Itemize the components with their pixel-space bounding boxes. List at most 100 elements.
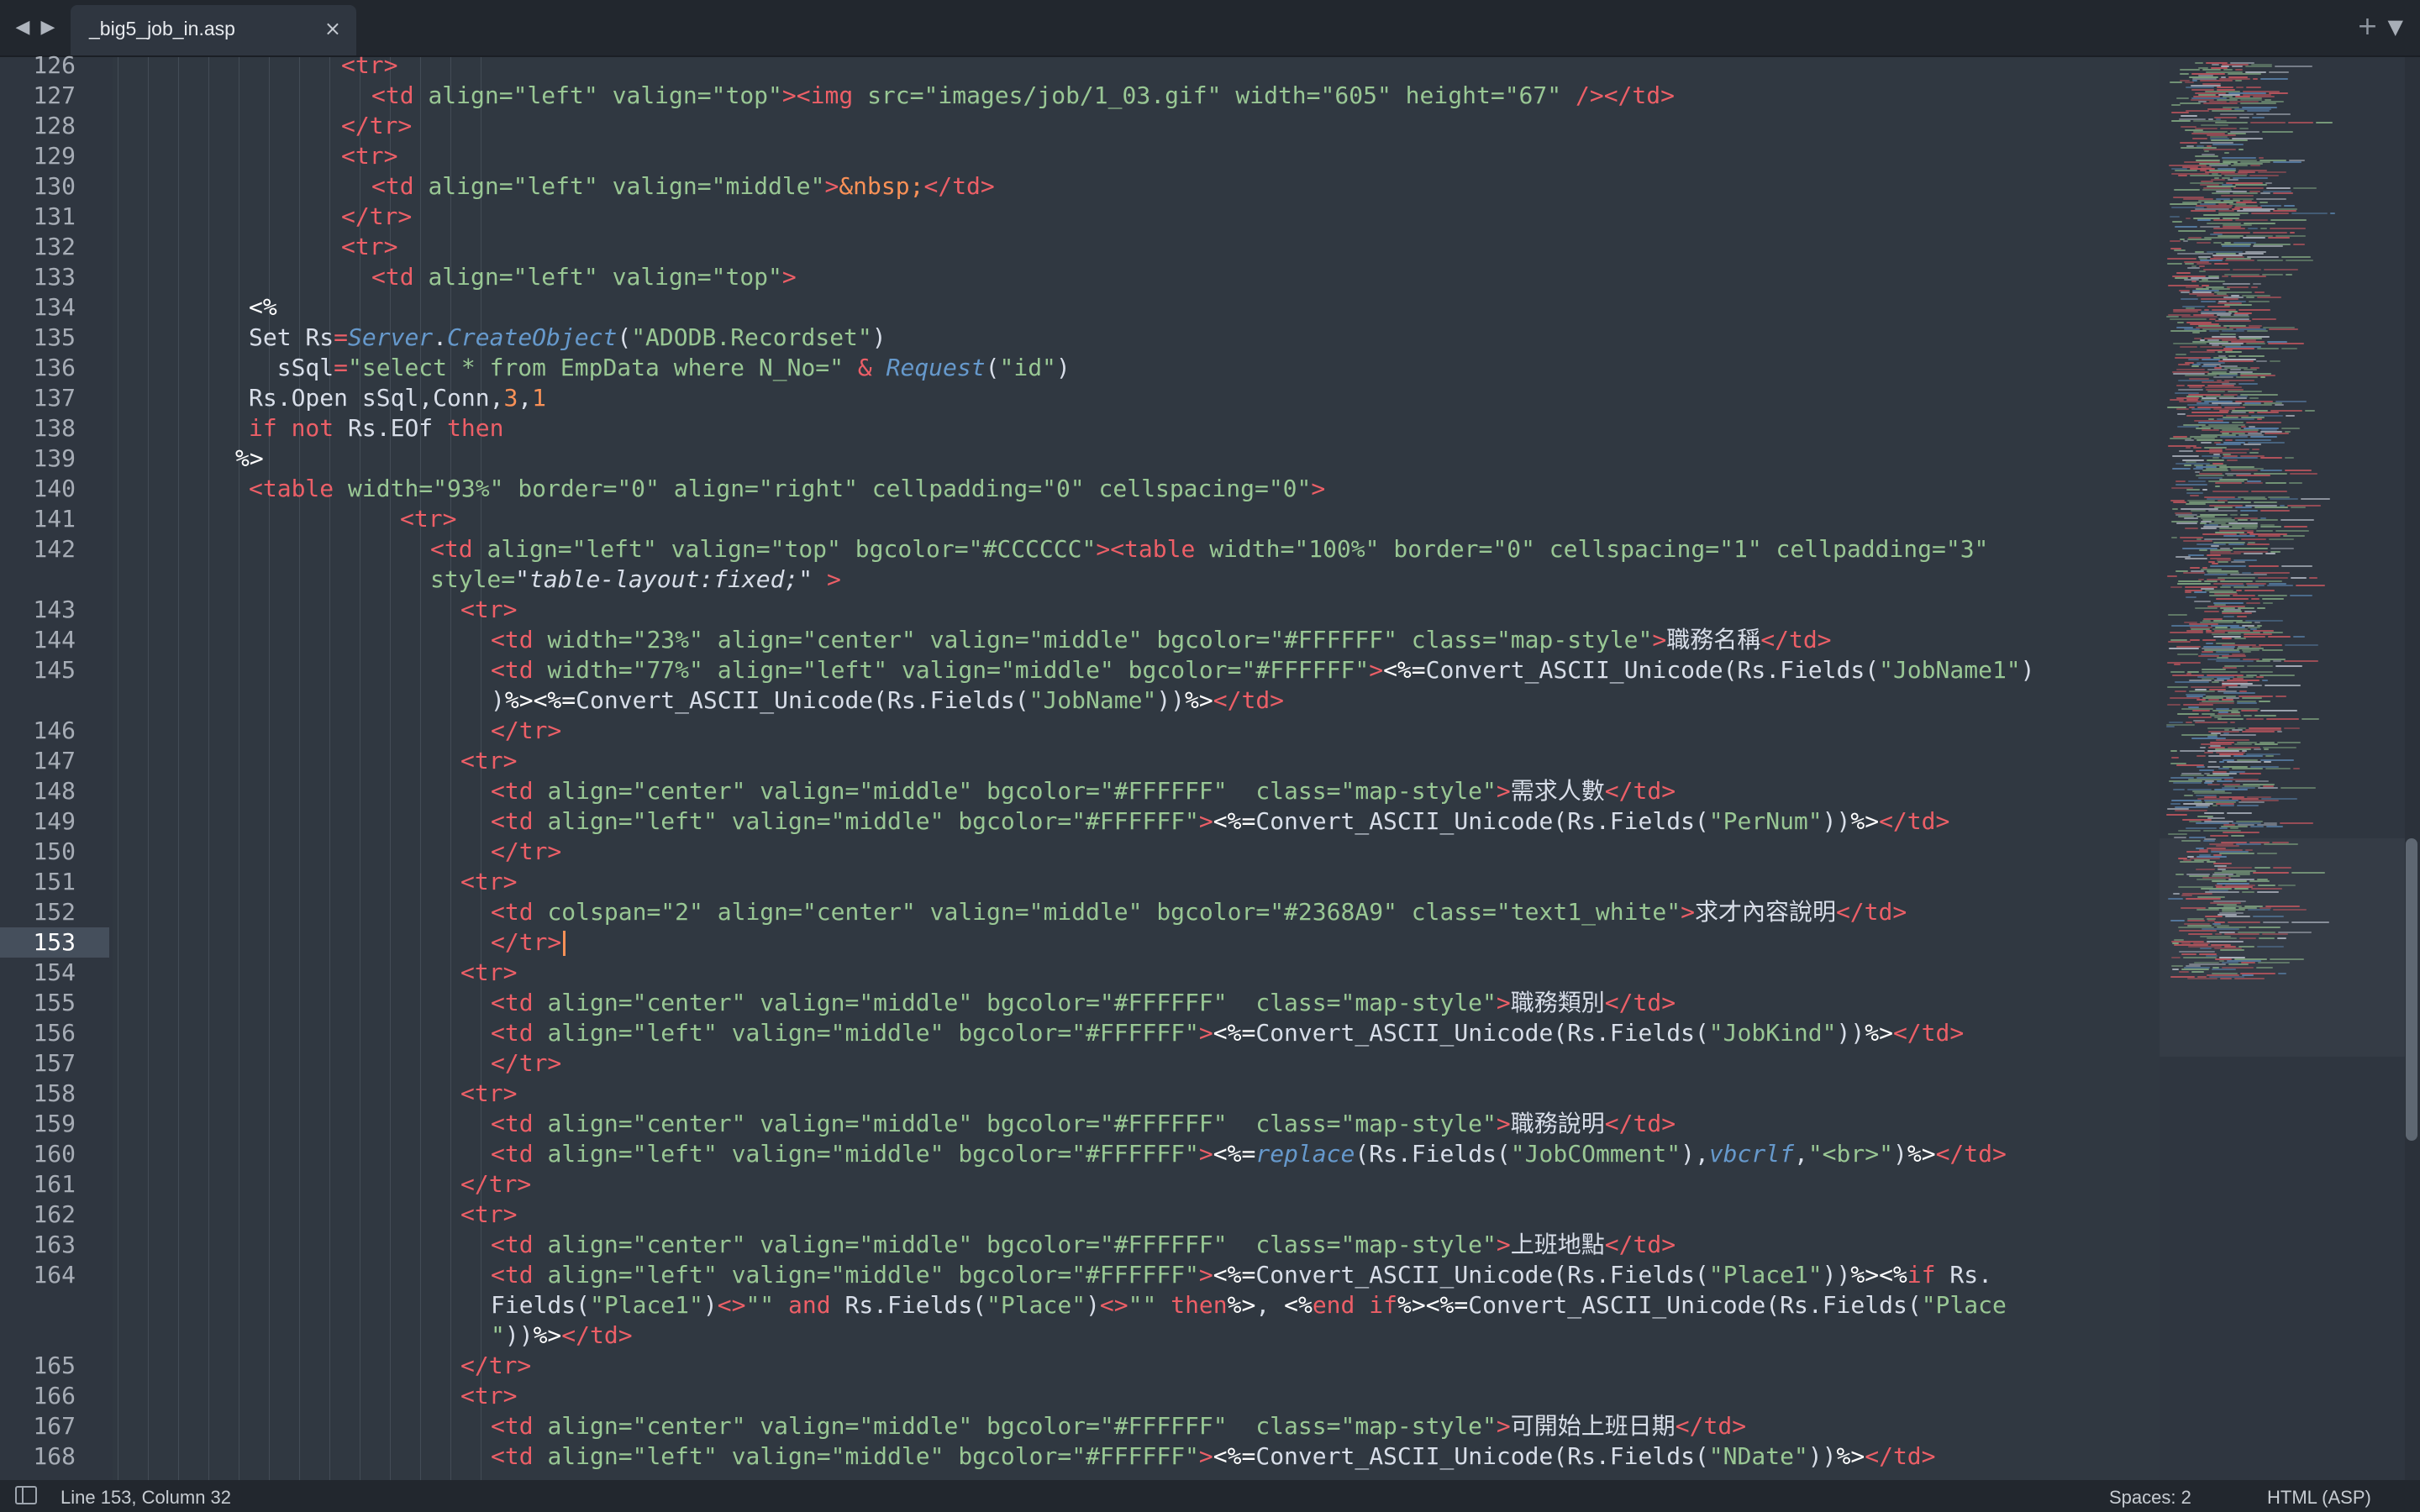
code-line[interactable]: 165 </tr>	[0, 1351, 2160, 1381]
syntax-mode[interactable]: HTML (ASP)	[2267, 1487, 2371, 1509]
minimap-line	[2199, 270, 2206, 272]
code-line[interactable]: 132 <tr>	[0, 232, 2160, 262]
minimap-line	[2289, 481, 2302, 484]
code-line[interactable]: 162 <tr>	[0, 1200, 2160, 1230]
code-line[interactable]: style="table-layout:fixed;" >	[0, 564, 2160, 595]
vertical-scrollbar-thumb[interactable]	[2406, 838, 2417, 1141]
code-token: valign=	[745, 989, 860, 1016]
code-line[interactable]: 142 <td align="left" valign="top" bgcolor…	[0, 534, 2160, 564]
code-line[interactable]: 130 <td align="left" valign="middle">&nbs…	[0, 171, 2160, 202]
code-token: cellpadding=	[1761, 535, 1946, 563]
minimap-line	[2200, 746, 2206, 748]
code-line[interactable]: 145 <td width="77%" align="left" valign="…	[0, 655, 2160, 685]
code-line[interactable]: 143 <tr>	[0, 595, 2160, 625]
code-text: <tr>	[460, 1381, 517, 1411]
code-token: "0"	[617, 475, 660, 502]
minimap-line	[2167, 575, 2177, 578]
code-line[interactable]: 166 <tr>	[0, 1381, 2160, 1411]
tab-active-file[interactable]: _big5_job_in.asp ×	[71, 5, 356, 55]
minimap-line	[2186, 489, 2200, 491]
code-line[interactable]: 150 </tr>	[0, 837, 2160, 867]
cursor-position[interactable]: Line 153, Column 32	[60, 1487, 231, 1509]
minimap-line	[2309, 577, 2317, 580]
code-line[interactable]: 156 <td align="left" valign="middle" bgco…	[0, 1018, 2160, 1048]
code-token: )	[871, 323, 886, 351]
code-line[interactable]: Fields("Place1")<>"" and Rs.Fields("Plac…	[0, 1290, 2160, 1320]
code-line[interactable]: "))%></td>	[0, 1320, 2160, 1351]
code-token: ><table	[1096, 535, 1210, 563]
code-line[interactable]: 144 <td width="23%" align="center" valign…	[0, 625, 2160, 655]
code-token: "left"	[513, 263, 598, 291]
minimap-line	[2254, 291, 2265, 293]
code-token: %>	[1836, 1442, 1865, 1470]
close-icon[interactable]: ×	[324, 17, 341, 40]
code-line[interactable]: 148 <td align="center" valign="middle" bg…	[0, 776, 2160, 806]
minimap-line	[2235, 183, 2267, 186]
vertical-scrollbar-track[interactable]	[2405, 57, 2420, 1480]
minimap-line	[2212, 143, 2244, 145]
minimap-line	[2196, 755, 2206, 758]
forward-arrow-icon[interactable]: ▶	[37, 17, 59, 39]
code-line[interactable]: 139 %>	[0, 444, 2160, 474]
code-line[interactable]: 153 </tr>	[0, 927, 2160, 958]
minimap-line	[2170, 203, 2197, 205]
code-line[interactable]: 141 <tr>	[0, 504, 2160, 534]
code-line[interactable]: 136 sSql="select * from EmpData where N_…	[0, 353, 2160, 383]
code-line[interactable]: 158 <tr>	[0, 1079, 2160, 1109]
code-line[interactable]: 131 </tr>	[0, 202, 2160, 232]
tab-menu-chevron-icon[interactable]: ▼	[2388, 15, 2403, 39]
minimap-line	[2223, 691, 2255, 694]
minimap-line	[2253, 245, 2283, 248]
code-line[interactable]: 151 <tr>	[0, 867, 2160, 897]
code-line[interactable]: 149 <td align="left" valign="middle" bgco…	[0, 806, 2160, 837]
panel-toggle-icon[interactable]	[15, 1486, 37, 1504]
code-line[interactable]: 159 <td align="center" valign="middle" bg…	[0, 1109, 2160, 1139]
code-line[interactable]: 157 </tr>	[0, 1048, 2160, 1079]
minimap[interactable]	[2160, 57, 2410, 1480]
minimap-line	[2209, 330, 2219, 333]
code-line[interactable]: 152 <td colspan="2" align="center" valign…	[0, 897, 2160, 927]
code-line[interactable]: 140 <table width="93%" border="0" align="…	[0, 474, 2160, 504]
code-token: <tr>	[341, 233, 398, 260]
code-line[interactable]: 128 </tr>	[0, 111, 2160, 141]
minimap-line	[2196, 909, 2219, 911]
minimap-line	[2268, 236, 2290, 239]
code-line[interactable]: 135 Set Rs=Server.CreateObject("ADODB.Rec…	[0, 323, 2160, 353]
code-line[interactable]: 129 <tr>	[0, 141, 2160, 171]
minimap-line	[2246, 297, 2254, 299]
code-token: <>	[717, 1291, 746, 1319]
code-line[interactable]: 133 <td align="left" valign="top">	[0, 262, 2160, 292]
code-line[interactable]: 138 if not Rs.EOf then	[0, 413, 2160, 444]
code-line[interactable]: 126 <tr>	[0, 50, 2160, 81]
code-line[interactable]: 161 </tr>	[0, 1169, 2160, 1200]
code-line[interactable]: 167 <td align="center" valign="middle" bg…	[0, 1411, 2160, 1441]
minimap-line	[2222, 612, 2252, 615]
minimap-line	[2240, 102, 2276, 105]
code-line[interactable]: 163 <td align="center" valign="middle" bg…	[0, 1230, 2160, 1260]
code-token: </td>	[1604, 989, 1676, 1016]
code-line[interactable]: 160 <td align="left" valign="middle" bgco…	[0, 1139, 2160, 1169]
code-line[interactable]: 155 <td align="center" valign="middle" bg…	[0, 988, 2160, 1018]
minimap-line	[2285, 644, 2318, 646]
code-line[interactable]: 164 <td align="left" valign="middle" bgco…	[0, 1260, 2160, 1290]
minimap-line	[2293, 768, 2300, 769]
code-line[interactable]: )%><%=Convert_ASCII_Unicode(Rs.Fields("J…	[0, 685, 2160, 716]
line-number: 128	[33, 112, 76, 139]
code-token: "middle"	[1028, 626, 1143, 654]
minimap-line	[2175, 226, 2197, 228]
code-line[interactable]: 127 <td align="left" valign="top"><img sr…	[0, 81, 2160, 111]
code-editor[interactable]: 126 <tr> 127 <td align="left" valign="top">…	[0, 51, 2420, 1480]
minimap-line	[2217, 561, 2228, 564]
minimap-line	[2170, 240, 2181, 243]
indentation-setting[interactable]: Spaces: 2	[2109, 1487, 2191, 1509]
code-line[interactable]: 146 </tr>	[0, 716, 2160, 746]
code-line[interactable]: 154 <tr>	[0, 958, 2160, 988]
minimap-line	[2170, 215, 2180, 218]
code-line[interactable]: 137 Rs.Open sSql,Conn,3,1	[0, 383, 2160, 413]
minimap-line	[2249, 300, 2270, 302]
code-line[interactable]: 168 <td align="left" valign="middle" bgco…	[0, 1441, 2160, 1472]
back-arrow-icon[interactable]: ◀	[12, 17, 34, 39]
code-line[interactable]: 134 <%	[0, 292, 2160, 323]
code-line[interactable]: 147 <tr>	[0, 746, 2160, 776]
new-tab-plus-icon[interactable]: +	[2357, 12, 2378, 41]
